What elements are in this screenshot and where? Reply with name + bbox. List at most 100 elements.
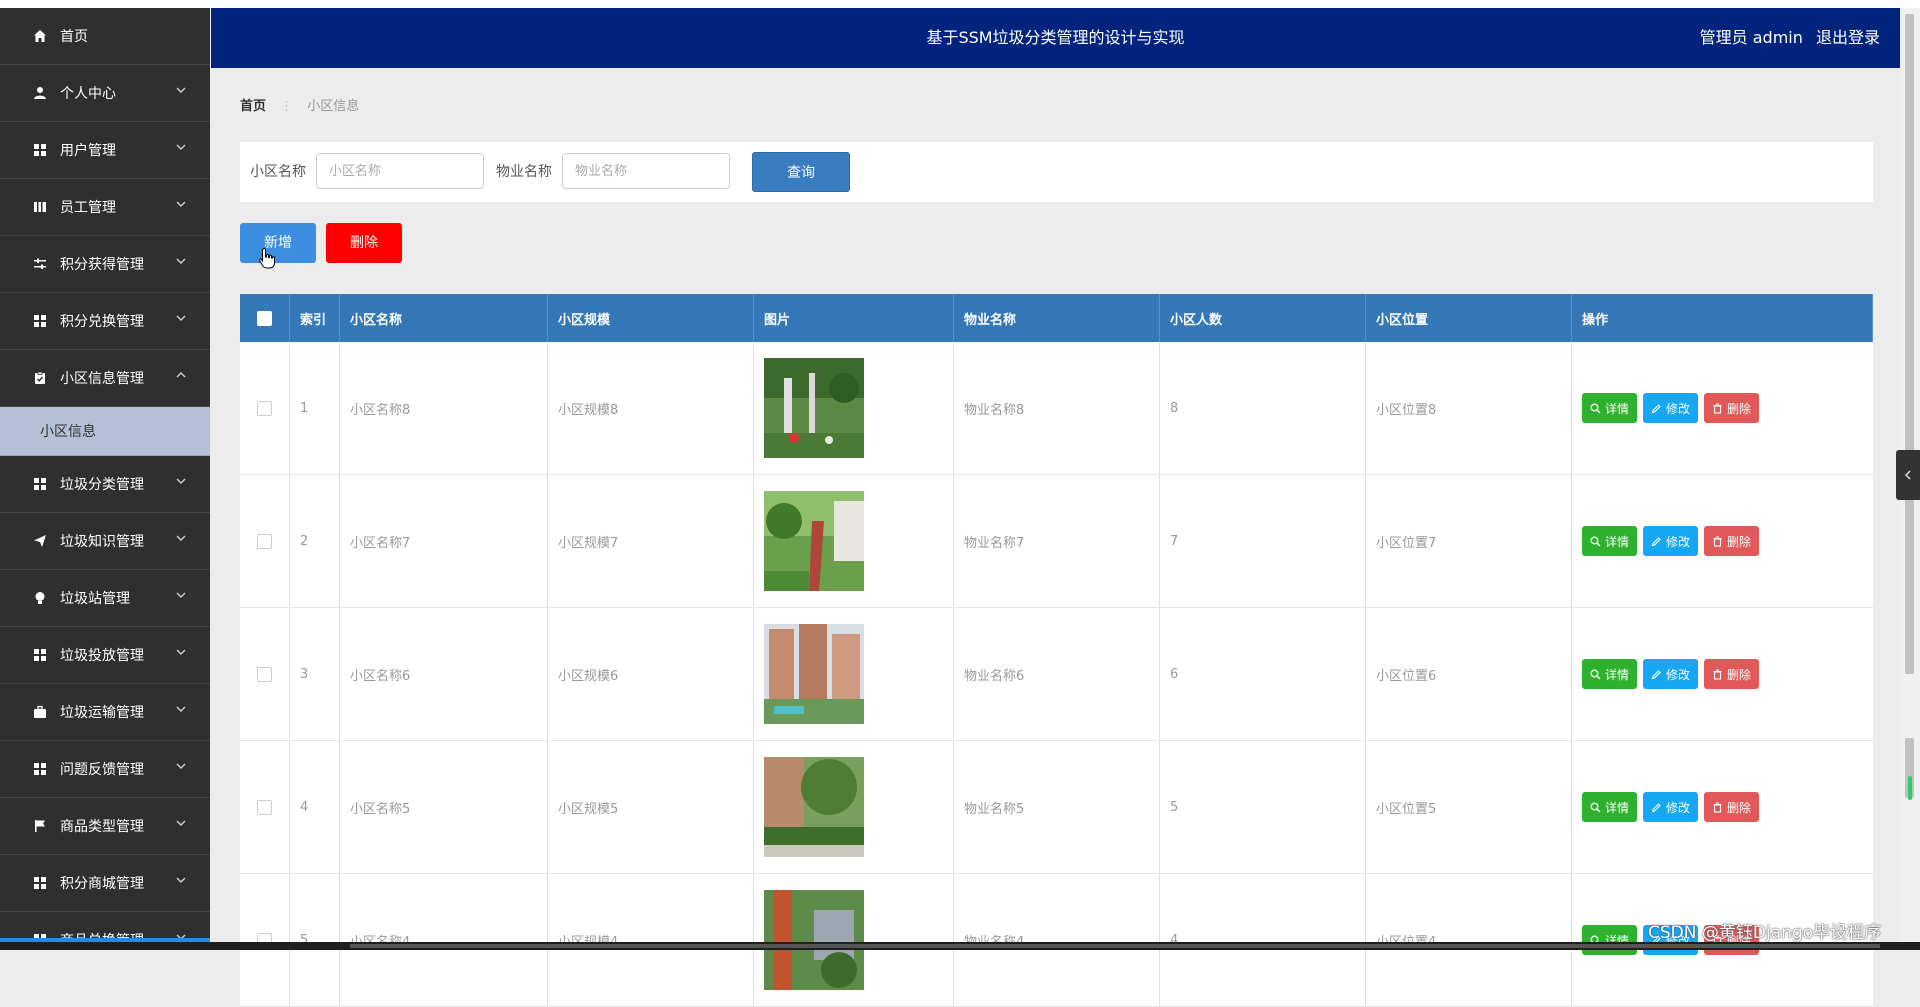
row-checkbox[interactable] — [257, 400, 272, 416]
cell-index: 1 — [290, 342, 340, 474]
sidebar-item-label: 积分商城管理 — [60, 876, 144, 892]
table-row: 3 小区名称6 小区规模6 物业名称6 6 小区位置6 详情 修改 删除 — [240, 608, 1873, 741]
row-checkbox[interactable] — [257, 799, 272, 815]
cell-people: 8 — [1160, 342, 1366, 474]
chevron-up-icon — [176, 371, 186, 378]
detail-label: 详情 — [1605, 667, 1630, 682]
briefcase-icon — [30, 705, 50, 719]
search-panel: 小区名称 物业名称 查询 — [240, 142, 1873, 202]
sidebar-item-garbage-class[interactable]: 垃圾分类管理 — [0, 456, 210, 513]
horizontal-scrollbar[interactable] — [0, 942, 1920, 950]
remove-button[interactable]: 删除 — [1704, 659, 1760, 689]
community-name-input[interactable] — [316, 153, 484, 189]
sidebar-item-label: 员工管理 — [60, 200, 116, 216]
sidebar-item-staff[interactable]: 员工管理 — [0, 179, 210, 236]
column-header: 小区名称 — [340, 294, 548, 342]
add-button[interactable]: 新增 — [240, 223, 316, 263]
edit-label: 修改 — [1666, 401, 1691, 416]
scroll-indicator — [1908, 776, 1912, 800]
horizontal-scrollbar-thumb[interactable] — [350, 944, 1880, 948]
cell-location: 小区位置6 — [1366, 608, 1572, 740]
search-icon — [1590, 802, 1601, 812]
query-button[interactable]: 查询 — [752, 152, 850, 192]
cell-scale: 小区规模6 — [548, 608, 754, 740]
cell-name: 小区名称5 — [340, 741, 548, 873]
cell-location: 小区位置8 — [1366, 342, 1572, 474]
sidebar-item-profile[interactable]: 个人中心 — [0, 65, 210, 122]
sidebar-item-users[interactable]: 用户管理 — [0, 122, 210, 179]
home-icon — [30, 29, 50, 43]
cell-index: 4 — [290, 741, 340, 873]
detail-button[interactable]: 详情 — [1582, 792, 1638, 822]
sidebar-item-points-exchange[interactable]: 积分兑换管理 — [0, 293, 210, 350]
search-icon — [1590, 403, 1601, 413]
app-title: 基于SSM垃圾分类管理的设计与实现 — [926, 28, 1185, 47]
community-photo — [764, 358, 864, 458]
cell-location: 小区位置4 — [1366, 874, 1572, 1006]
detail-button[interactable]: 详情 — [1582, 659, 1638, 689]
grid-icon — [30, 648, 50, 662]
remove-label: 删除 — [1727, 534, 1752, 549]
table-row: 5 小区名称4 小区规模4 物业名称4 4 小区位置4 详情 修改 — [240, 874, 1873, 1007]
sidebar-item-label: 小区信息管理 — [60, 371, 144, 387]
search-icon — [1590, 536, 1601, 546]
sidebar-item-home[interactable]: 首页 — [0, 8, 210, 65]
detail-button[interactable]: 详情 — [1582, 526, 1638, 556]
edit-button[interactable]: 修改 — [1643, 792, 1699, 822]
sidebar-item-label: 商品类型管理 — [60, 819, 144, 835]
cell-people: 7 — [1160, 475, 1366, 607]
user-area: 管理员 admin 退出登录 — [1692, 8, 1880, 68]
column-header: 小区人数 — [1160, 294, 1366, 342]
sidebar-item-garbage-knowledge[interactable]: 垃圾知识管理 — [0, 513, 210, 570]
sidebar-item-product-type[interactable]: 商品类型管理 — [0, 798, 210, 855]
edit-button[interactable]: 修改 — [1643, 526, 1699, 556]
community-table: 索引 小区名称 小区规模 图片 物业名称 小区人数 小区位置 操作 1 小区名称… — [240, 294, 1873, 1007]
edit-icon — [1651, 403, 1661, 413]
breadcrumb-home[interactable]: 首页 — [240, 99, 266, 114]
column-header: 物业名称 — [954, 294, 1160, 342]
remove-button[interactable]: 删除 — [1704, 792, 1760, 822]
sidebar-item-garbage-transport[interactable]: 垃圾运输管理 — [0, 684, 210, 741]
cell-property: 物业名称5 — [954, 741, 1160, 873]
select-all-checkbox[interactable] — [257, 310, 272, 326]
logout-link[interactable]: 退出登录 — [1816, 28, 1880, 47]
sidebar-item-community[interactable]: 小区信息管理 — [0, 350, 210, 407]
sidebar-item-label: 个人中心 — [60, 86, 116, 102]
edit-label: 修改 — [1666, 800, 1691, 815]
sidebar-item-garbage-disposal[interactable]: 垃圾投放管理 — [0, 627, 210, 684]
edit-button[interactable]: 修改 — [1643, 659, 1699, 689]
sidebar-item-points-mall[interactable]: 积分商城管理 — [0, 855, 210, 912]
side-panel-toggle[interactable] — [1896, 450, 1920, 500]
row-checkbox-cell — [240, 342, 290, 474]
sidebar-item-feedback[interactable]: 问题反馈管理 — [0, 741, 210, 798]
breadcrumb-separator: ⋮ — [280, 99, 294, 114]
send-icon — [30, 534, 50, 548]
cell-actions: 详情 修改 删除 — [1572, 342, 1873, 474]
row-checkbox[interactable] — [257, 533, 272, 549]
cell-location: 小区位置5 — [1366, 741, 1572, 873]
sidebar-item-garbage-station[interactable]: 垃圾站管理 — [0, 570, 210, 627]
grid-icon — [30, 876, 50, 890]
edit-button[interactable]: 修改 — [1643, 393, 1699, 423]
row-checkbox-cell — [240, 874, 290, 1006]
table-row: 2 小区名称7 小区规模7 物业名称7 7 小区位置7 详情 修改 删除 — [240, 475, 1873, 608]
scrollbar-thumb[interactable] — [1905, 14, 1914, 674]
table-row: 4 小区名称5 小区规模5 物业名称5 5 小区位置5 详情 修改 删除 — [240, 741, 1873, 874]
chevron-down-icon — [176, 87, 186, 94]
row-checkbox[interactable] — [257, 666, 272, 682]
property-name-label: 物业名称 — [496, 164, 552, 180]
chevron-down-icon — [176, 706, 186, 713]
sidebar-subitem-community-info[interactable]: 小区信息 — [0, 407, 210, 456]
grid-icon — [30, 314, 50, 328]
select-all-checkbox-cell[interactable] — [240, 294, 290, 342]
remove-button[interactable]: 删除 — [1704, 393, 1760, 423]
property-name-input[interactable] — [562, 153, 730, 189]
delete-button[interactable]: 删除 — [326, 223, 402, 263]
detail-button[interactable]: 详情 — [1582, 393, 1638, 423]
current-user: 管理员 admin — [1699, 28, 1803, 47]
remove-button[interactable]: 删除 — [1704, 526, 1760, 556]
sidebar-item-points-earn[interactable]: 积分获得管理 — [0, 236, 210, 293]
detail-button[interactable]: 详情 — [1582, 925, 1638, 955]
community-name-label: 小区名称 — [250, 164, 306, 180]
window-top-edge — [0, 0, 1920, 8]
